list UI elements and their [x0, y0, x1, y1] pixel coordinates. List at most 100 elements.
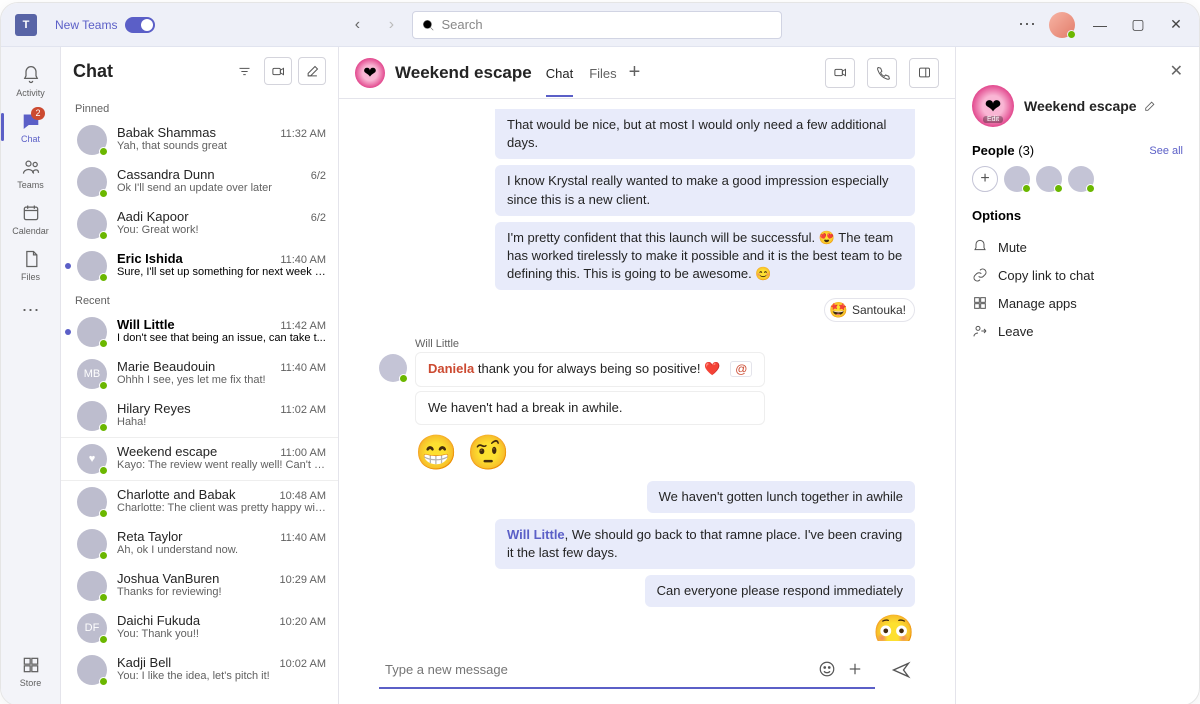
person-avatar[interactable] [1068, 166, 1094, 192]
emoji-button[interactable] [813, 655, 841, 683]
conversation-time: 11:42 AM [280, 320, 326, 332]
option-mute[interactable]: Mute [972, 233, 1183, 261]
see-all-link[interactable]: See all [1149, 145, 1183, 157]
panel-avatar[interactable]: ❤Edit [972, 85, 1014, 127]
unread-dot [65, 263, 71, 269]
message-in[interactable]: Daniela thank you for always being so po… [415, 352, 765, 386]
apps-icon [972, 295, 988, 311]
filter-button[interactable] [230, 57, 258, 85]
conversation-name: Charlotte and Babak [117, 487, 274, 502]
emoji-icon[interactable]: 😁 [415, 433, 457, 473]
conversation-item[interactable]: Will Little11:42 AMI don't see that bein… [61, 311, 338, 353]
edit-icon[interactable] [1143, 100, 1156, 113]
video-button[interactable] [264, 57, 292, 85]
conversation-item[interactable]: Joshua VanBuren10:29 AMThanks for review… [61, 565, 338, 607]
conversation-item[interactable]: Cassandra Dunn6/2Ok I'll send an update … [61, 161, 338, 203]
rail-calendar[interactable]: Calendar [7, 197, 55, 241]
filter-icon [237, 64, 252, 79]
conversation-time: 10:02 AM [280, 658, 326, 670]
conversation-preview: Charlotte: The client was pretty happy w… [117, 502, 326, 514]
close-button[interactable]: ✕ [1163, 12, 1189, 38]
message-out[interactable]: I'm pretty confident that this launch wi… [495, 222, 915, 291]
conversation-preview: Yah, that sounds great [117, 140, 326, 152]
conversation-item[interactable]: Babak Shammas11:32 AMYah, that sounds gr… [61, 119, 338, 161]
conversation-avatar [77, 317, 107, 347]
message-out[interactable]: I know Krystal really wanted to make a g… [495, 165, 915, 215]
conversation-name: Joshua VanBuren [117, 571, 274, 586]
teams-logo-icon: T [15, 14, 37, 36]
conversation-name: Babak Shammas [117, 125, 274, 140]
conversation-time: 11:40 AM [280, 532, 326, 544]
add-person-button[interactable]: + [972, 166, 998, 192]
message-out[interactable]: Will Little, We should go back to that r… [495, 519, 915, 569]
pinned-label: Pinned [61, 95, 338, 119]
conversation-item[interactable]: MBMarie Beaudouin11:40 AMOhhh I see, yes… [61, 353, 338, 395]
conversation-time: 6/2 [311, 170, 326, 182]
new-chat-button[interactable] [298, 57, 326, 85]
message-list[interactable]: That would be nice, but at most I would … [339, 99, 955, 641]
emoji-icon[interactable]: 😳 [873, 613, 915, 641]
rail-chat[interactable]: Chat 2 [7, 105, 55, 149]
conversation-name: Daichi Fukuda [117, 613, 274, 628]
minimize-button[interactable]: — [1087, 12, 1113, 38]
reaction-pill[interactable]: 🤩Santouka! [824, 298, 915, 322]
panel-icon [917, 65, 932, 80]
emoji-icon[interactable]: 🤨 [467, 433, 509, 473]
link-icon [972, 267, 988, 283]
rail-teams[interactable]: Teams [7, 151, 55, 195]
conversation-item[interactable]: Reta Taylor11:40 AMAh, ok I understand n… [61, 523, 338, 565]
audio-call-button[interactable] [867, 58, 897, 88]
tab-chat[interactable]: Chat [546, 66, 573, 97]
leave-icon [972, 323, 988, 339]
more-icon[interactable]: ⋯ [1018, 14, 1037, 35]
message-out[interactable]: That would be nice, but at most I would … [495, 109, 915, 159]
nav-arrows: ‹ › [348, 16, 400, 34]
nav-forward-icon[interactable]: › [382, 16, 400, 34]
rail-activity[interactable]: Activity [7, 59, 55, 103]
search-input[interactable]: Search [412, 11, 782, 39]
bell-icon [972, 239, 988, 255]
message-out[interactable]: Can everyone please respond immediately [645, 575, 915, 607]
current-user-avatar[interactable] [1049, 12, 1075, 38]
conversation-item[interactable]: Charlotte and Babak10:48 AMCharlotte: Th… [61, 481, 338, 523]
option-manage-apps[interactable]: Manage apps [972, 289, 1183, 317]
details-panel: ✕ ❤Edit Weekend escape People (3) See al… [955, 47, 1199, 704]
chat-main: ❤ Weekend escape Chat Files + That would… [339, 47, 955, 704]
new-teams-toggle[interactable] [125, 17, 155, 33]
rail-more[interactable]: ⋯ [7, 289, 55, 333]
compose-box[interactable] [379, 651, 875, 689]
message-input[interactable] [385, 662, 813, 677]
emoji-icon: 🤩 [829, 301, 848, 319]
rail-store[interactable]: Store [7, 649, 55, 693]
app-window: T New Teams ‹ › Search ⋯ — ▢ ✕ Activity [0, 2, 1200, 704]
video-call-button[interactable] [825, 58, 855, 88]
conversation-avatar [77, 655, 107, 685]
close-panel-button[interactable]: ✕ [1170, 61, 1183, 81]
person-avatar[interactable] [1004, 166, 1030, 192]
option-copy-link[interactable]: Copy link to chat [972, 261, 1183, 289]
add-tab-button[interactable]: + [629, 61, 641, 84]
conversation-item[interactable]: Hilary Reyes11:02 AMHaha! [61, 395, 338, 437]
conversation-name: Will Little [117, 317, 274, 332]
chat-unread-badge: 2 [31, 107, 44, 120]
sender-avatar[interactable] [379, 354, 407, 382]
conversation-item[interactable]: Eric Ishida11:40 AMSure, I'll set up som… [61, 245, 338, 287]
person-avatar[interactable] [1036, 166, 1062, 192]
maximize-button[interactable]: ▢ [1125, 12, 1151, 38]
conversation-time: 10:29 AM [280, 574, 326, 586]
conversation-item[interactable]: ♥Weekend escape11:00 AMKayo: The review … [61, 437, 338, 481]
conversation-item[interactable]: Aadi Kapoor6/2You: Great work! [61, 203, 338, 245]
message-in[interactable]: We haven't had a break in awhile. [415, 391, 765, 425]
option-leave[interactable]: Leave [972, 317, 1183, 345]
conversation-preview: You: Great work! [117, 224, 326, 236]
rail-files[interactable]: Files [7, 243, 55, 287]
conversation-item[interactable]: Kadji Bell10:02 AMYou: I like the idea, … [61, 649, 338, 691]
conversation-avatar [77, 125, 107, 155]
nav-back-icon[interactable]: ‹ [348, 16, 366, 34]
message-out[interactable]: We haven't gotten lunch together in awhi… [647, 481, 915, 513]
send-button[interactable] [887, 656, 915, 684]
add-button[interactable] [841, 655, 869, 683]
open-panel-button[interactable] [909, 58, 939, 88]
tab-files[interactable]: Files [589, 66, 616, 95]
conversation-item[interactable]: DFDaichi Fukuda10:20 AMYou: Thank you!! [61, 607, 338, 649]
